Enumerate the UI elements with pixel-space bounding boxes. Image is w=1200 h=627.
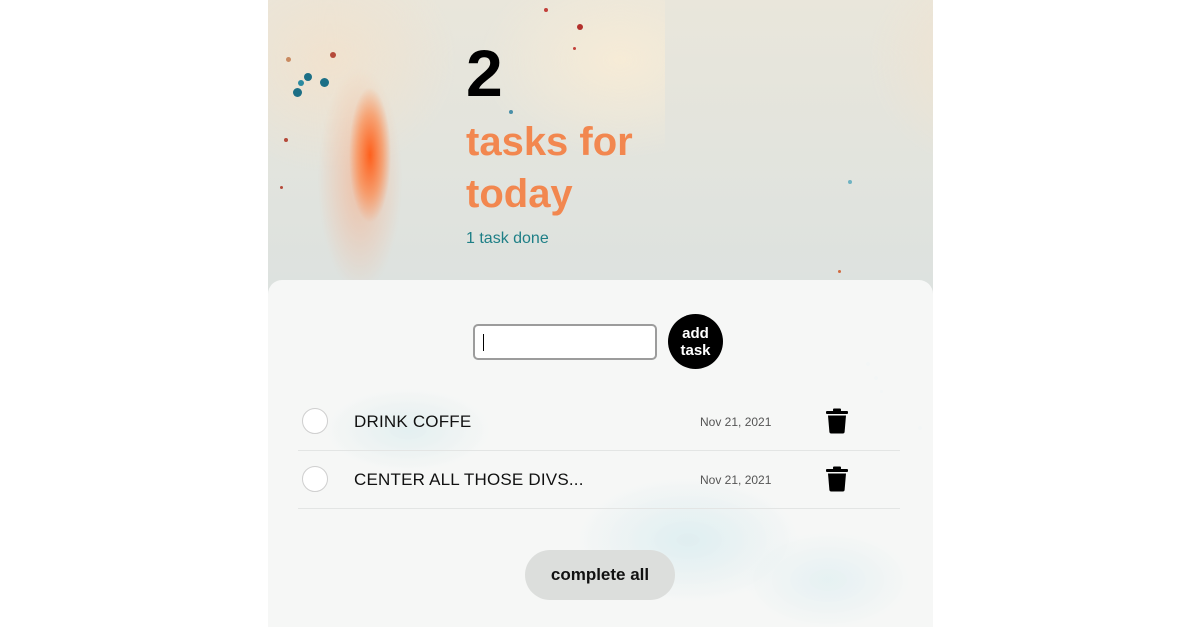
add-task-label: add task (680, 324, 711, 359)
task-count: 2 (466, 36, 503, 110)
task-panel: add task DRINK COFFE Nov 21, 2021 CENTER… (268, 280, 933, 627)
summary-header: 2 tasks for today 1 task done (466, 30, 766, 248)
trash-icon[interactable] (825, 408, 849, 434)
task-row: CENTER ALL THOSE DIVS... Nov 21, 2021 (298, 451, 900, 509)
circle-checkbox-icon[interactable] (302, 466, 328, 492)
complete-all-button[interactable]: complete all (525, 550, 675, 600)
new-task-input[interactable] (473, 323, 657, 360)
task-label[interactable]: DRINK COFFE (354, 412, 471, 432)
task-input-wrapper (473, 323, 657, 360)
task-row: DRINK COFFE Nov 21, 2021 (298, 393, 900, 451)
text-caret (483, 333, 484, 351)
task-date: Nov 21, 2021 (700, 473, 772, 487)
task-date: Nov 21, 2021 (700, 415, 772, 429)
done-count-text: 1 task done (466, 230, 549, 247)
trash-icon[interactable] (825, 466, 849, 492)
add-task-button[interactable]: add task (668, 314, 723, 369)
circle-checkbox-icon[interactable] (302, 408, 328, 434)
task-label[interactable]: CENTER ALL THOSE DIVS... (354, 470, 584, 490)
tasks-subtitle: tasks for today (466, 120, 633, 216)
add-task-row: add task (473, 314, 723, 369)
task-list: DRINK COFFE Nov 21, 2021 CENTER ALL THOS… (298, 393, 900, 509)
todo-app: 2 tasks for today 1 task done add task D… (268, 0, 933, 627)
